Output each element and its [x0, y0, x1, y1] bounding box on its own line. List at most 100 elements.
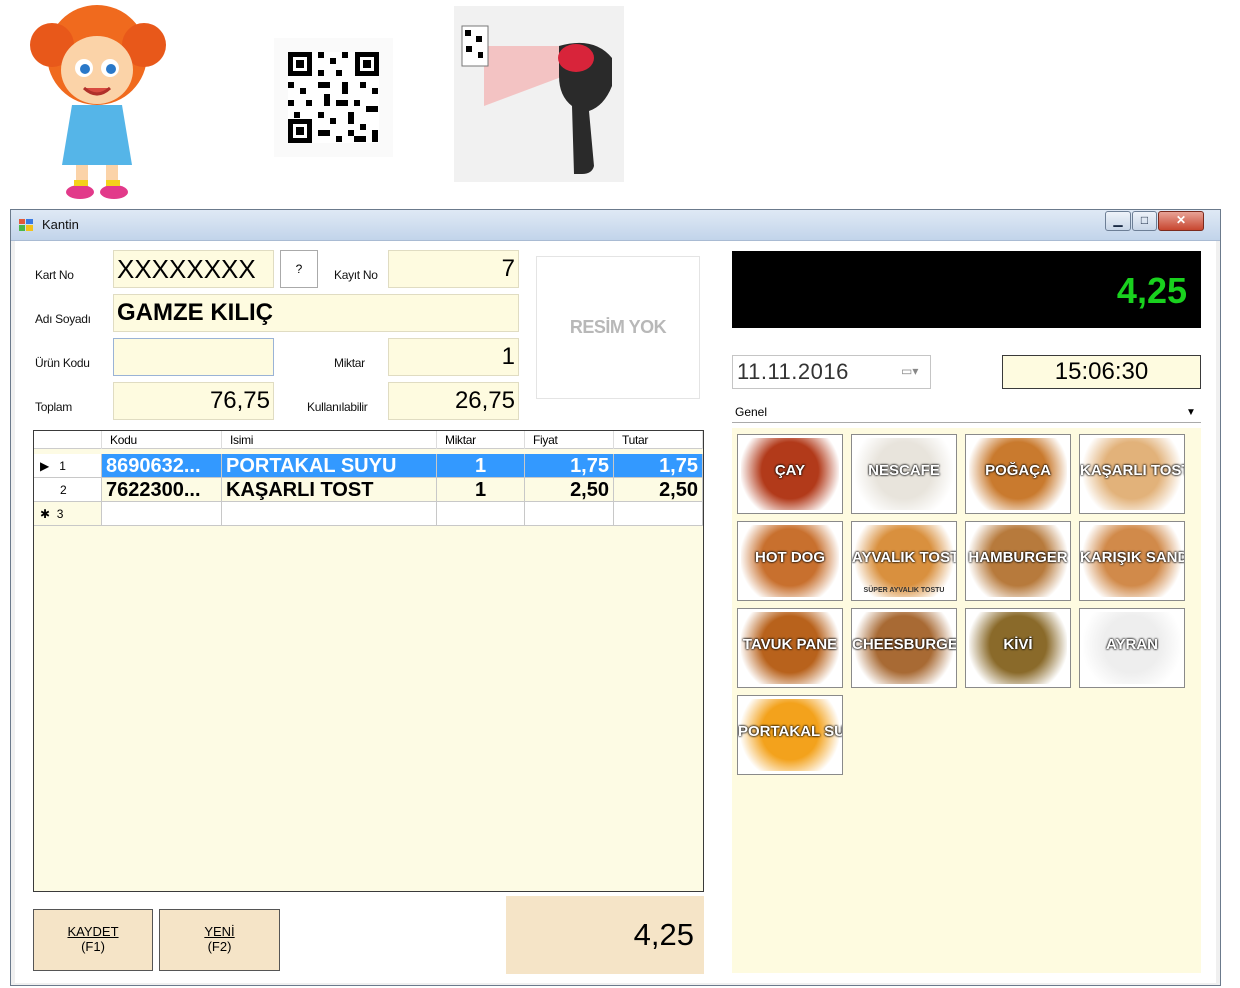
new-row-icon: ✱ — [40, 507, 51, 521]
product-sublabel: SÜPER AYVALIK TOSTU — [863, 587, 945, 594]
product-button[interactable]: TAVUK PANE — [737, 608, 843, 688]
miktar-field[interactable]: 1 — [388, 338, 519, 376]
yeni-label: YENİ — [204, 924, 235, 939]
row-number: 2 — [60, 483, 67, 497]
kantin-window: Kantin ▁ □ ✕ Kart No Kayıt No Adı Soyadı… — [10, 209, 1221, 986]
toplam-label: Toplam — [35, 400, 72, 414]
cell-kodu[interactable] — [102, 502, 222, 526]
kaydet-shortcut: (F1) — [81, 939, 105, 954]
miktar-label: Miktar — [334, 356, 365, 370]
product-panel: ÇAY NESCAFE POĞAÇA KAŞARLI TOST HOT DOG AYVAL… — [732, 428, 1201, 973]
row-number: 1 — [59, 459, 66, 473]
product-button[interactable]: NESCAFE — [851, 434, 957, 514]
kullanilabilir-label: Kullanılabilir — [307, 400, 368, 414]
urun-kodu-label: Ürün Kodu — [35, 356, 90, 370]
product-label: KARIŞIK SANDVİÇ — [1080, 549, 1184, 566]
row-header[interactable]: ▶ 1 — [34, 454, 102, 478]
qr-code-image — [274, 38, 393, 157]
kullanilabilir-field[interactable]: 26,75 — [388, 382, 519, 420]
product-label: CHEESBURGER — [852, 636, 956, 653]
urun-kodu-input[interactable] — [113, 338, 274, 376]
yeni-button[interactable]: YENİ (F2) — [159, 909, 280, 971]
product-label: PORTAKAL SUYU — [738, 723, 842, 740]
clock-display: 15:06:30 — [1002, 355, 1201, 389]
window-title: Kantin — [42, 217, 79, 232]
table-row-new[interactable]: ✱ 3 — [34, 502, 703, 526]
kaydet-label: KAYDET — [67, 924, 119, 939]
row-header-corner — [34, 431, 102, 449]
column-header-kodu[interactable]: Kodu — [102, 431, 222, 449]
category-select[interactable]: Genel — [732, 401, 1201, 423]
row-header[interactable]: 2 — [34, 478, 102, 502]
product-button[interactable]: HOT DOG — [737, 521, 843, 601]
product-button[interactable]: HAMBURGER — [965, 521, 1071, 601]
yeni-shortcut: (F2) — [207, 939, 232, 954]
cell-fiyat[interactable]: 2,50 — [525, 478, 614, 502]
column-header-miktar[interactable]: Miktar — [437, 431, 525, 449]
cell-miktar[interactable] — [437, 502, 525, 526]
current-row-icon: ▶ — [40, 459, 50, 473]
cell-isimi[interactable]: PORTAKAL SUYU — [222, 454, 437, 478]
product-button[interactable]: PORTAKAL SUYU — [737, 695, 843, 775]
order-grid[interactable]: Kodu Isimi Miktar Fiyat Tutar ▶ 1 869063… — [33, 430, 704, 892]
product-label: POĞAÇA — [985, 462, 1051, 479]
product-label: KAŞARLI TOST — [1080, 462, 1184, 479]
table-row[interactable]: ▶ 1 8690632... PORTAKAL SUYU 1 1,75 1,75 — [34, 454, 703, 478]
product-label: AYVALIK TOSTU — [852, 549, 956, 566]
product-button[interactable]: POĞAÇA — [965, 434, 1071, 514]
kart-no-field[interactable]: XXXXXXXX — [113, 250, 274, 288]
girl-illustration — [14, 0, 180, 206]
cell-tutar[interactable]: 1,75 — [614, 454, 703, 478]
product-button[interactable]: ÇAY — [737, 434, 843, 514]
product-button[interactable]: KİVİ — [965, 608, 1071, 688]
product-button[interactable]: AYRAN — [1079, 608, 1185, 688]
kart-no-label: Kart No — [35, 268, 74, 282]
app-icon — [19, 219, 33, 231]
row-number: 3 — [56, 507, 64, 521]
toplam-field[interactable]: 76,75 — [113, 382, 274, 420]
column-header-tutar[interactable]: Tutar — [614, 431, 703, 449]
kaydet-button[interactable]: KAYDET (F1) — [33, 909, 153, 971]
maximize-button[interactable]: □ — [1132, 211, 1157, 231]
cell-tutar[interactable] — [614, 502, 703, 526]
product-button[interactable]: AYVALIK TOSTU SÜPER AYVALIK TOSTU — [851, 521, 957, 601]
cell-fiyat[interactable]: 1,75 — [525, 454, 614, 478]
kayit-no-label: Kayıt No — [334, 268, 378, 282]
minimize-button[interactable]: ▁ — [1105, 211, 1131, 231]
product-label: KİVİ — [1003, 636, 1033, 653]
total-amount: 4,25 — [506, 896, 704, 974]
cell-isimi[interactable]: KAŞARLI TOST — [222, 478, 437, 502]
product-label: NESCAFE — [868, 462, 940, 479]
grid-header: Kodu Isimi Miktar Fiyat Tutar — [34, 431, 703, 449]
row-header[interactable]: ✱ 3 — [34, 502, 102, 526]
product-button[interactable]: CHEESBURGER — [851, 608, 957, 688]
cell-isimi[interactable] — [222, 502, 437, 526]
cell-miktar[interactable]: 1 — [437, 454, 525, 478]
product-label: TAVUK PANE — [742, 636, 838, 653]
product-label: ÇAY — [774, 462, 806, 479]
column-header-fiyat[interactable]: Fiyat — [525, 431, 614, 449]
product-label: HOT DOG — [755, 549, 825, 566]
barcode-scanner-image — [454, 6, 624, 182]
customer-display: 4,25 — [732, 251, 1201, 328]
cell-kodu[interactable]: 8690632... — [102, 454, 222, 478]
cell-tutar[interactable]: 2,50 — [614, 478, 703, 502]
calendar-dropdown-icon[interactable]: ▭▾ — [901, 364, 927, 380]
product-label: AYRAN — [1106, 636, 1158, 653]
chevron-down-icon[interactable]: ▼ — [1186, 407, 1196, 418]
product-button[interactable]: KARIŞIK SANDVİÇ — [1079, 521, 1185, 601]
cell-fiyat[interactable] — [525, 502, 614, 526]
help-button[interactable]: ? — [280, 250, 318, 288]
product-button[interactable]: KAŞARLI TOST — [1079, 434, 1185, 514]
column-header-isimi[interactable]: Isimi — [222, 431, 437, 449]
kayit-no-field[interactable]: 7 — [388, 250, 519, 288]
ad-soyadi-field[interactable]: GAMZE KILIÇ — [113, 294, 519, 332]
table-row[interactable]: 2 7622300... KAŞARLI TOST 1 2,50 2,50 — [34, 478, 703, 502]
cell-kodu[interactable]: 7622300... — [102, 478, 222, 502]
product-label: HAMBURGER — [968, 549, 1068, 566]
ad-soyadi-label: Adı Soyadı — [35, 312, 91, 326]
cell-miktar[interactable]: 1 — [437, 478, 525, 502]
close-button[interactable]: ✕ — [1158, 211, 1204, 231]
title-bar[interactable]: Kantin ▁ □ ✕ — [11, 210, 1220, 241]
main-panel: Kart No Kayıt No Adı Soyadı Ürün Kodu Mi… — [15, 241, 1216, 983]
